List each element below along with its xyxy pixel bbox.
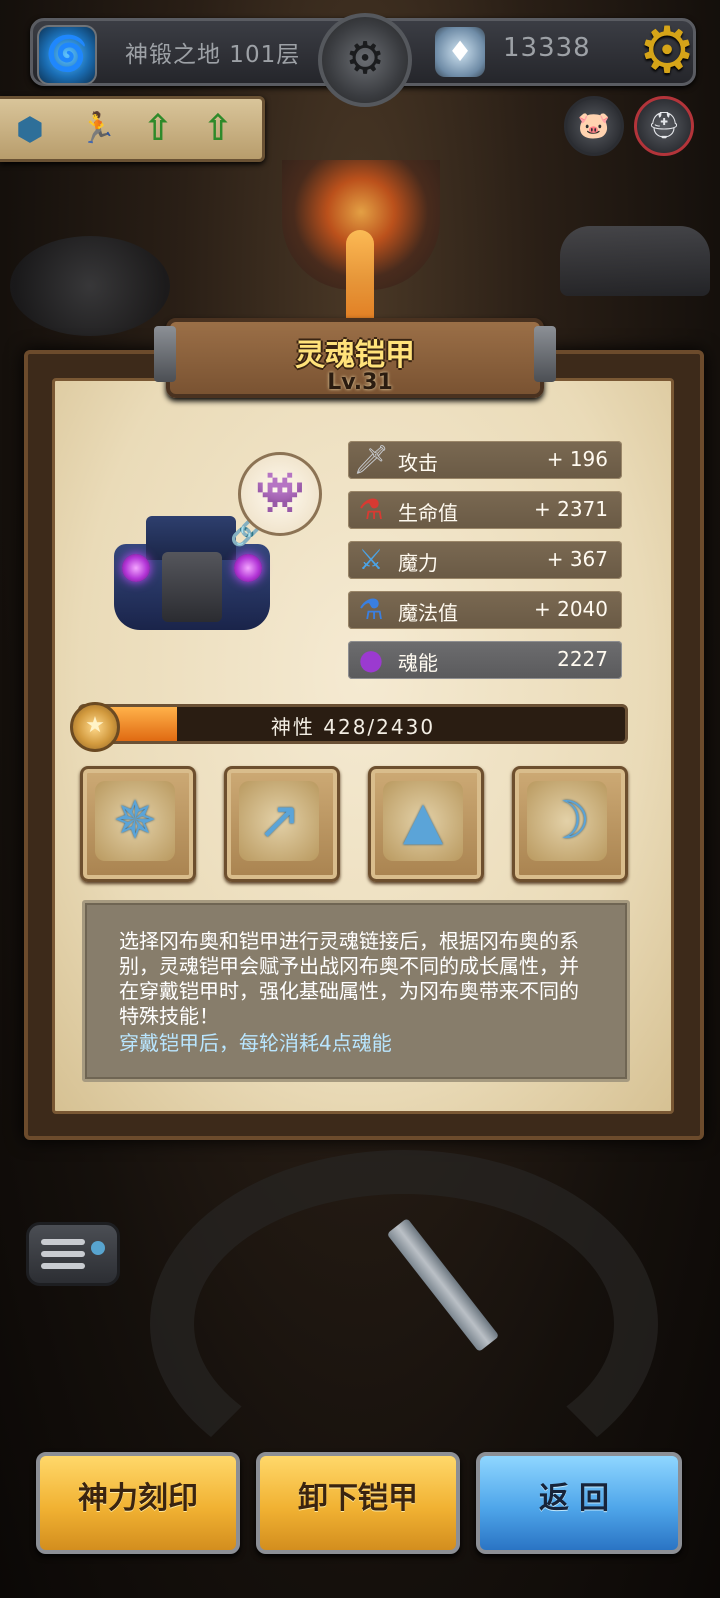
runner-buff-icon[interactable]: 🏃 [74, 105, 122, 153]
stat-row-magic-power: ⚔ 魔力 + 367 [348, 541, 622, 579]
hero-avatar-icon[interactable]: 👾 [238, 452, 322, 536]
description-text: 选择冈布奥和铠甲进行灵魂链接后，根据冈布奥的系别，灵魂铠甲会赋予出战冈布奥不同的… [119, 929, 579, 1028]
skill-slot-3[interactable]: ▲ [368, 766, 484, 882]
stat-value: + 2371 [533, 497, 608, 521]
slash-skill-icon: ↗ [239, 781, 319, 861]
coal-pile-decoration [10, 236, 170, 336]
stat-row-attack: 🗡 攻击 + 196 [348, 441, 622, 479]
stat-value: + 367 [546, 547, 608, 571]
soul-orb-left [122, 554, 150, 582]
gear-emblem-icon[interactable]: ⚙ [318, 13, 412, 107]
pig-icon[interactable]: 🐷 [564, 96, 624, 156]
vortex-skill-icon: ▲ [383, 781, 463, 861]
skill-slot-2[interactable]: ↗ [224, 766, 340, 882]
skill-slot-1[interactable]: ✵ [80, 766, 196, 882]
skill-slot-4[interactable]: ☽ [512, 766, 628, 882]
stat-label: 魔法值 [398, 601, 458, 625]
currency-amount: 13338 [503, 33, 591, 63]
divinity-progress-bar: 神性 428/2430 [78, 704, 628, 744]
arrow-up-icon[interactable]: ⇧ [134, 105, 182, 153]
unequip-armor-button[interactable]: 卸下铠甲 [256, 1452, 460, 1554]
settings-gear-icon[interactable]: ⚙ [631, 15, 703, 87]
stat-label: 攻击 [398, 451, 438, 475]
buff-bar: ⬢ 🏃 ⇧ ⇧ [0, 96, 265, 162]
description-box: 选择冈布奥和铠甲进行灵魂链接后，根据冈布奥的系别，灵魂铠甲会赋予出战冈布奥不同的… [82, 900, 630, 1082]
description-note: 穿戴铠甲后，每轮消耗4点魂能 [119, 1031, 392, 1055]
armor-level: Lv.31 [327, 370, 393, 395]
stat-label: 魂能 [398, 651, 438, 675]
blue-potion-icon: ⚗ [358, 593, 384, 626]
stat-row-mp: ⚗ 魔法值 + 2040 [348, 591, 622, 629]
armor-name: 灵魂铠甲 [295, 338, 415, 373]
soul-orb-icon: ● [358, 643, 384, 676]
ring-decoration [150, 1150, 658, 1498]
stat-label: 生命值 [398, 501, 458, 525]
anvil-decoration [560, 226, 710, 296]
vortex-icon[interactable]: 🌀 [37, 25, 97, 85]
top-status-bar: 🌀 神锻之地 101层 ⚙ ♦ 13338 ⚙ [30, 13, 696, 107]
sword-icon: 🗡 [353, 443, 389, 476]
divinity-label: 神性 428/2430 [270, 715, 436, 739]
helmet-icon[interactable]: ⛑ [634, 96, 694, 156]
stat-value: + 196 [546, 447, 608, 471]
soul-orb-right [234, 554, 262, 582]
engrave-button[interactable]: 神力刻印 [36, 1452, 240, 1554]
stat-value: 2227 [557, 647, 608, 671]
shield-buff-icon[interactable]: ⬢ [6, 105, 54, 153]
floor-name: 神锻之地 101层 [125, 42, 301, 68]
gem-icon: ♦ [435, 27, 485, 77]
stat-row-hp: ⚗ 生命值 + 2371 [348, 491, 622, 529]
menu-button[interactable] [26, 1222, 120, 1286]
crescent-skill-icon: ☽ [527, 781, 607, 861]
armor-plate-shape [162, 552, 222, 622]
arrow-up-icon[interactable]: ⇧ [194, 105, 242, 153]
back-button[interactable]: 返回 [476, 1452, 682, 1554]
red-potion-icon: ⚗ [358, 493, 384, 526]
stat-value: + 2040 [533, 597, 608, 621]
divinity-medal-icon[interactable]: ★ [70, 702, 120, 752]
stat-row-soul-energy: ● 魂能 2227 [348, 641, 622, 679]
stat-label: 魔力 [398, 551, 438, 575]
magic-sword-icon: ⚔ [358, 543, 384, 576]
whirlwind-skill-icon: ✵ [95, 781, 175, 861]
